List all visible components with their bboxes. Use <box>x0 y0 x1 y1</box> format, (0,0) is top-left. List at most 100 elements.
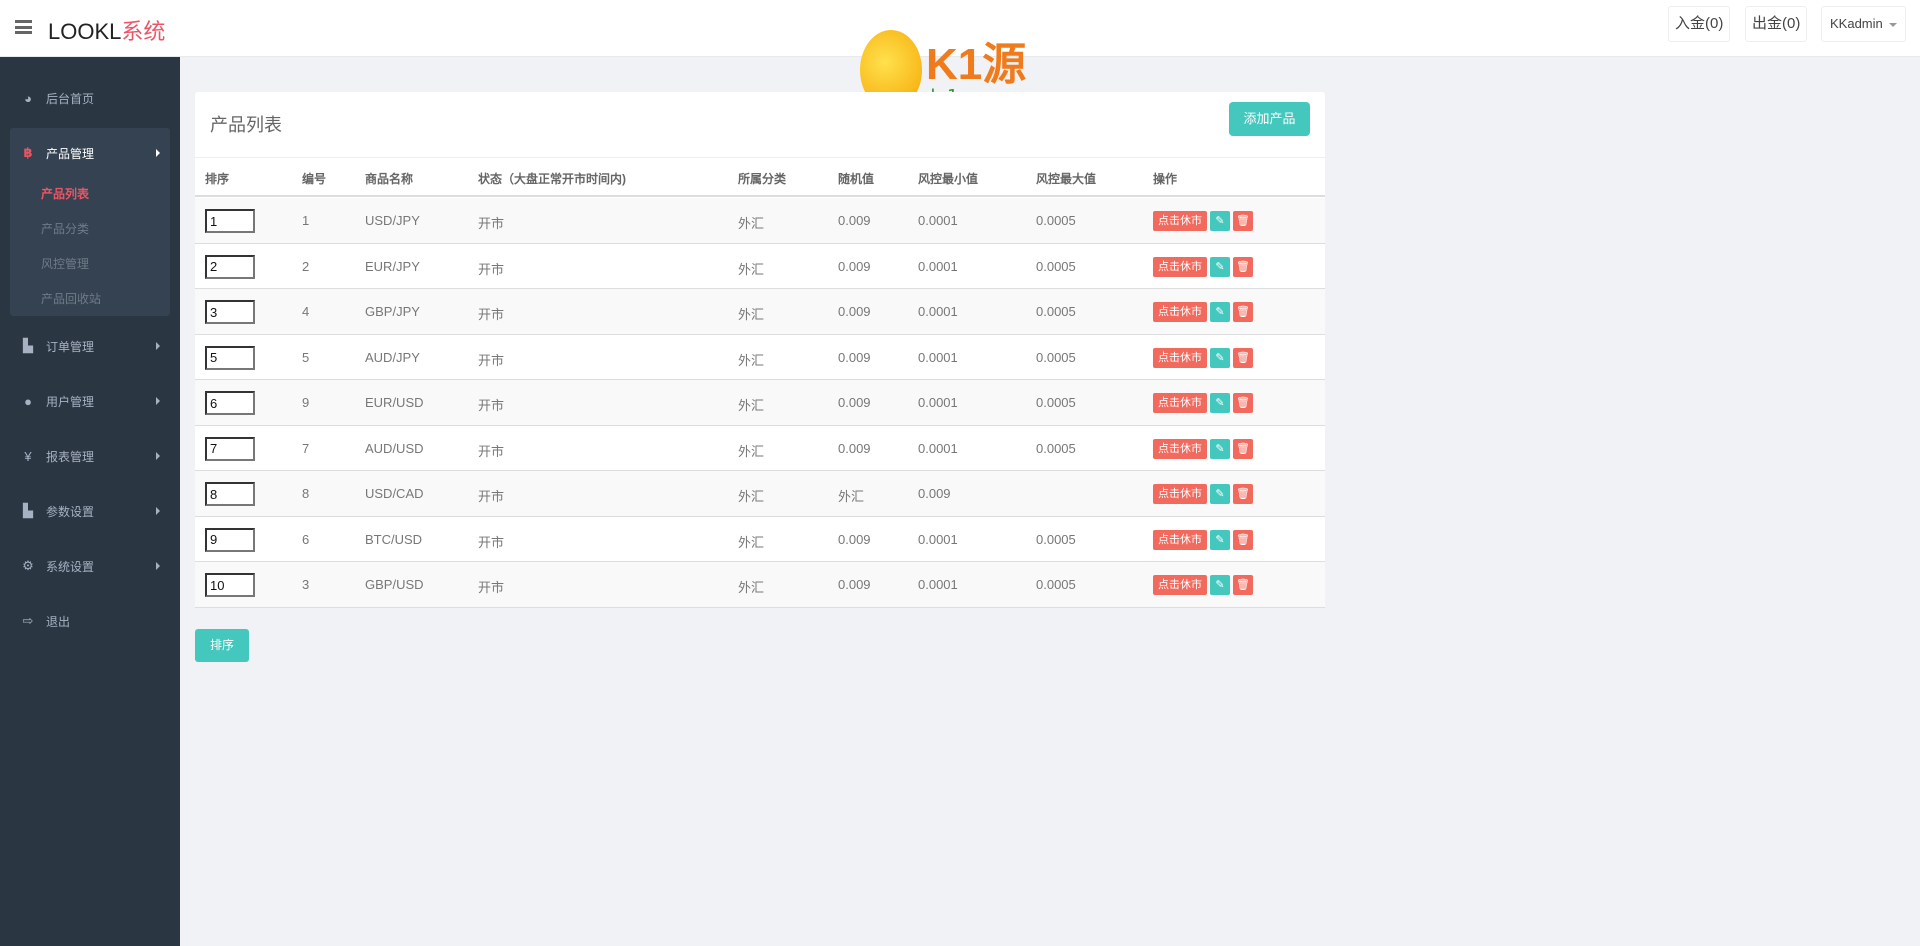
edit-pencil-icon[interactable]: ✎ <box>1210 393 1230 413</box>
page-title: 产品列表 <box>210 115 282 135</box>
add-product-button[interactable]: 添加产品 <box>1229 102 1310 136</box>
caret-right-icon <box>156 149 160 157</box>
cell-risk-min: 0.0001 <box>918 395 958 410</box>
edit-pencil-icon[interactable]: ✎ <box>1210 347 1230 368</box>
th-name: 商品名称 <box>365 172 414 186</box>
cell-random: 0.009 <box>838 531 871 547</box>
cell-random: 0.009 <box>838 304 871 319</box>
close-market-button[interactable]: 点击休市 <box>1153 211 1207 231</box>
th-status: 状态（大盘正常开市时间内) <box>478 172 626 186</box>
edit-pencil-icon[interactable]: ✎ <box>1210 438 1230 459</box>
gears-icon: ⚙ <box>22 558 34 573</box>
cell-name: USD/CAD <box>365 486 424 501</box>
cell-category: 外汇 <box>738 352 765 368</box>
close-market-button[interactable]: 点击休市 <box>1153 347 1207 368</box>
menu-toggle-icon[interactable] <box>15 20 32 34</box>
sidebar-sub-product-list[interactable]: 产品列表 <box>41 185 89 202</box>
cell-name: EUR/JPY <box>365 258 420 274</box>
deposit-button[interactable]: 入金(0) <box>1668 6 1731 42</box>
sort-order-input[interactable] <box>205 254 255 279</box>
edit-pencil-icon[interactable]: ✎ <box>1210 575 1230 595</box>
sort-order-input[interactable] <box>205 436 255 461</box>
cell-risk-max: 0.0005 <box>1036 531 1076 547</box>
sidebar-item-orders[interactable]: ▙ 订单管理 <box>20 336 170 356</box>
close-market-button[interactable]: 点击休市 <box>1153 529 1207 550</box>
table-row: 5 AUD/JPY 开市 外汇 0.009 0.0001 0.0005 点击休市✎🗑 <box>195 335 1325 380</box>
label: 系统设置 <box>46 559 95 574</box>
user-dropdown[interactable]: KKadmin <box>1821 6 1906 42</box>
sort-order-input[interactable] <box>205 482 255 506</box>
cell-risk-min: 0.009 <box>918 486 951 501</box>
close-market-button[interactable]: 点击休市 <box>1153 302 1207 322</box>
cell-name: EUR/USD <box>365 395 424 410</box>
delete-trash-icon[interactable]: 🗑 <box>1233 256 1253 277</box>
cell-random: 0.009 <box>838 577 871 592</box>
sort-order-input[interactable] <box>205 391 255 415</box>
cell-name: AUD/JPY <box>365 349 420 365</box>
close-market-button[interactable]: 点击休市 <box>1153 393 1207 413</box>
label: 用户管理 <box>46 394 95 409</box>
caret-right-icon <box>156 397 160 405</box>
delete-trash-icon[interactable]: 🗑 <box>1233 302 1253 322</box>
sidebar-sub-product-category[interactable]: 产品分类 <box>41 220 89 237</box>
sort-order-input[interactable] <box>205 345 255 370</box>
dashboard-icon: ◕ <box>24 90 32 106</box>
sidebar-item-params[interactable]: ▙ 参数设置 <box>20 501 170 521</box>
brand-logo: LOOKL系统 <box>48 14 165 46</box>
delete-trash-icon[interactable]: 🗑 <box>1233 347 1253 368</box>
delete-trash-icon[interactable]: 🗑 <box>1233 393 1253 413</box>
close-market-button[interactable]: 点击休市 <box>1153 484 1207 504</box>
delete-trash-icon[interactable]: 🗑 <box>1233 484 1253 504</box>
label: 订单管理 <box>46 339 95 354</box>
delete-trash-icon[interactable]: 🗑 <box>1233 529 1253 550</box>
cell-category: 外汇 <box>738 398 765 413</box>
sidebar-item-reports[interactable]: ¥ 报表管理 <box>20 446 170 466</box>
close-market-button[interactable]: 点击休市 <box>1153 575 1207 595</box>
cell-status: 开市 <box>478 216 505 231</box>
th-actions: 操作 <box>1153 172 1178 186</box>
sort-order-input[interactable] <box>205 300 255 324</box>
cell-risk-min: 0.0001 <box>918 577 958 592</box>
edit-pencil-icon[interactable]: ✎ <box>1210 256 1230 277</box>
cell-id: 2 <box>302 258 310 274</box>
sidebar-item-users[interactable]: ● 用户管理 <box>20 391 170 411</box>
withdraw-button[interactable]: 出金(0) <box>1745 6 1808 42</box>
close-market-button[interactable]: 点击休市 <box>1153 438 1207 459</box>
edit-pencil-icon[interactable]: ✎ <box>1210 529 1230 550</box>
sidebar: ◕ 后台首页 ฿ 产品管理 产品列表 产品分类 风控管理 产品回收站 ▙ 订单管理 ●… <box>0 57 180 946</box>
th-category: 所属分类 <box>738 172 787 186</box>
row-actions: 点击休市 ✎ 🗑 <box>1153 256 1253 277</box>
cell-status: 开市 <box>478 352 505 368</box>
edit-pencil-icon[interactable]: ✎ <box>1210 484 1230 504</box>
sort-button[interactable]: 排序 <box>195 629 249 662</box>
delete-trash-icon[interactable]: 🗑 <box>1233 438 1253 459</box>
sort-order-input[interactable] <box>205 209 255 233</box>
th-sort: 排序 <box>205 172 230 186</box>
table-row: 6 BTC/USD 开市 外汇 0.009 0.0001 0.0005 点击休市✎🗑 <box>195 517 1325 562</box>
edit-pencil-icon[interactable]: ✎ <box>1210 211 1230 231</box>
sidebar-item-home[interactable]: ◕ 后台首页 <box>20 88 170 108</box>
caret-right-icon <box>156 507 160 515</box>
sort-order-input[interactable] <box>205 573 255 597</box>
sidebar-item-system[interactable]: ⚙ 系统设置 <box>20 556 170 576</box>
delete-trash-icon[interactable]: 🗑 <box>1233 211 1253 231</box>
cell-name: BTC/USD <box>365 531 423 547</box>
edit-pencil-icon[interactable]: ✎ <box>1210 302 1230 322</box>
sidebar-sub-recycle-bin[interactable]: 产品回收站 <box>41 290 101 307</box>
cell-random: 0.009 <box>838 213 871 228</box>
bitcoin-icon: ฿ <box>23 145 33 160</box>
sort-order-input[interactable] <box>205 527 255 552</box>
cell-risk-min: 0.0001 <box>918 258 958 274</box>
sidebar-sub-risk-control[interactable]: 风控管理 <box>41 255 89 272</box>
close-market-button[interactable]: 点击休市 <box>1153 256 1207 277</box>
cell-status: 开市 <box>478 489 505 504</box>
table-row: 8 USD/CAD 开市 外汇 外汇 0.009 点击休市✎🗑 <box>195 471 1325 517</box>
label: 后台首页 <box>46 91 95 106</box>
sidebar-item-logout[interactable]: ⇨ 退出 <box>20 611 170 631</box>
delete-trash-icon[interactable]: 🗑 <box>1233 575 1253 595</box>
cell-category: 外汇 <box>738 534 765 550</box>
copy-icon: ▙ <box>23 503 33 518</box>
sign-out-icon: ⇨ <box>22 613 34 628</box>
sidebar-item-product[interactable]: ฿ 产品管理 <box>20 143 170 163</box>
cell-id: 3 <box>302 577 310 592</box>
